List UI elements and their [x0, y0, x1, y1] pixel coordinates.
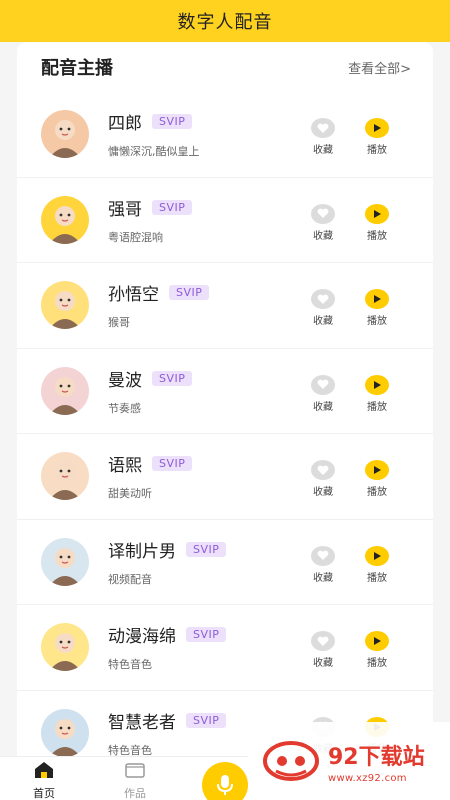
list-item[interactable]: 曼波 SVIP 节奏感 收藏 播放 [17, 349, 433, 434]
section-title: 配音主播 [41, 58, 113, 79]
play-button[interactable]: 播放 [360, 118, 394, 156]
record-button[interactable] [202, 762, 248, 800]
section-header: 配音主播 查看全部> [17, 42, 433, 92]
favorite-label: 收藏 [313, 145, 333, 156]
play-label: 播放 [367, 230, 387, 242]
top-bar: 数字人配音 [0, 0, 450, 42]
play-button[interactable]: 播放 [360, 289, 394, 327]
svip-badge: SVIP [186, 627, 227, 643]
favorite-button[interactable]: 收藏 [306, 118, 340, 156]
play-icon [365, 118, 389, 138]
woman-avatar [41, 452, 89, 501]
anchor-list: 四郎 SVIP 慵懒深沉,酷似皇上 收藏 播放 强哥 SVIP 粤语腔混响 收藏… [17, 92, 433, 756]
play-button[interactable]: 播放 [360, 374, 394, 413]
favorite-label: 收藏 [313, 658, 333, 669]
favorite-button[interactable]: 收藏 [306, 289, 340, 327]
favorite-button[interactable]: 收藏 [306, 545, 340, 584]
microphone-icon [217, 775, 233, 795]
sponge-avatar [41, 623, 89, 672]
svip-badge: SVIP [152, 456, 193, 472]
favorite-label: 收藏 [313, 230, 333, 242]
page-title: 数字人配音 [177, 12, 273, 33]
play-label: 播放 [367, 401, 387, 413]
play-label: 播放 [367, 487, 387, 498]
play-button[interactable]: 播放 [360, 631, 394, 669]
anchor-name: 四郎 [108, 114, 142, 135]
nav-works-label: 作品 [124, 787, 146, 800]
list-item[interactable]: 译制片男 SVIP 视频配音 收藏 播放 [17, 520, 433, 605]
anchor-name: 动漫海绵 [108, 627, 176, 648]
play-icon [365, 374, 389, 395]
anchor-name: 智慧老者 [108, 712, 176, 733]
watermark-brand: 92下载站 [328, 744, 425, 770]
favorite-button[interactable]: 收藏 [306, 374, 340, 413]
anchor-name: 孙悟空 [108, 285, 159, 306]
heart-icon [311, 545, 335, 566]
home-icon [35, 762, 53, 778]
favorite-button[interactable]: 收藏 [306, 460, 340, 498]
play-icon [365, 545, 389, 566]
list-item[interactable]: 语熙 SVIP 甜美动听 收藏 播放 [17, 434, 433, 520]
play-icon [365, 289, 389, 309]
svip-badge: SVIP [169, 285, 210, 301]
favorite-label: 收藏 [313, 401, 333, 413]
play-label: 播放 [367, 572, 387, 584]
play-button[interactable]: 播放 [360, 545, 394, 584]
elder-avatar [41, 708, 89, 756]
svip-badge: SVIP [152, 114, 193, 130]
play-button[interactable]: 播放 [360, 203, 394, 242]
play-icon [365, 203, 389, 224]
heart-icon [311, 374, 335, 395]
anchor-name: 强哥 [108, 199, 142, 220]
heart-icon [311, 289, 335, 309]
favorite-button[interactable]: 收藏 [306, 203, 340, 242]
heart-icon [311, 460, 335, 480]
list-item[interactable]: 四郎 SVIP 慵懒深沉,酷似皇上 收藏 播放 [17, 92, 433, 178]
favorite-label: 收藏 [313, 487, 333, 498]
play-label: 播放 [367, 316, 387, 327]
list-item[interactable]: 孙悟空 SVIP 猴哥 收藏 播放 [17, 263, 433, 349]
svip-badge: SVIP [186, 541, 227, 557]
anchor-name: 曼波 [108, 370, 142, 391]
svip-badge: SVIP [186, 712, 227, 728]
svip-badge: SVIP [152, 199, 193, 215]
man-cap-avatar [41, 195, 89, 244]
anchor-card: 配音主播 查看全部> 四郎 SVIP 慵懒深沉,酷似皇上 收藏 播放 强哥 SV… [17, 42, 433, 756]
monkey-king-avatar [41, 281, 89, 330]
nav-home-label: 首页 [33, 787, 55, 800]
play-icon [365, 460, 389, 480]
list-item[interactable]: 动漫海绵 SVIP 特色音色 收藏 播放 [17, 605, 433, 691]
emperor-avatar [41, 110, 89, 159]
watermark-url: www.xz92.com [328, 772, 407, 784]
favorite-button[interactable]: 收藏 [306, 631, 340, 669]
view-all-link[interactable]: 查看全部> [348, 58, 411, 77]
folder-icon [125, 763, 145, 778]
favorite-label: 收藏 [313, 316, 333, 327]
nav-works[interactable]: 作品 [115, 761, 155, 800]
glasses-man-avatar [41, 537, 89, 586]
play-label: 播放 [367, 658, 387, 669]
watermark-logo-icon [263, 741, 319, 781]
watermark: 92下载站 www.xz92.com [248, 722, 450, 800]
svip-badge: SVIP [152, 370, 193, 386]
play-button[interactable]: 播放 [360, 460, 394, 498]
heart-icon [311, 631, 335, 651]
girl-avatar [41, 366, 89, 415]
play-icon [365, 631, 389, 651]
heart-icon [311, 118, 335, 138]
favorite-label: 收藏 [313, 572, 333, 584]
nav-home[interactable]: 首页 [24, 761, 64, 800]
heart-icon [311, 203, 335, 224]
play-label: 播放 [367, 145, 387, 156]
anchor-name: 语熙 [108, 456, 142, 477]
list-item[interactable]: 强哥 SVIP 粤语腔混响 收藏 播放 [17, 178, 433, 263]
anchor-name: 译制片男 [108, 541, 176, 562]
